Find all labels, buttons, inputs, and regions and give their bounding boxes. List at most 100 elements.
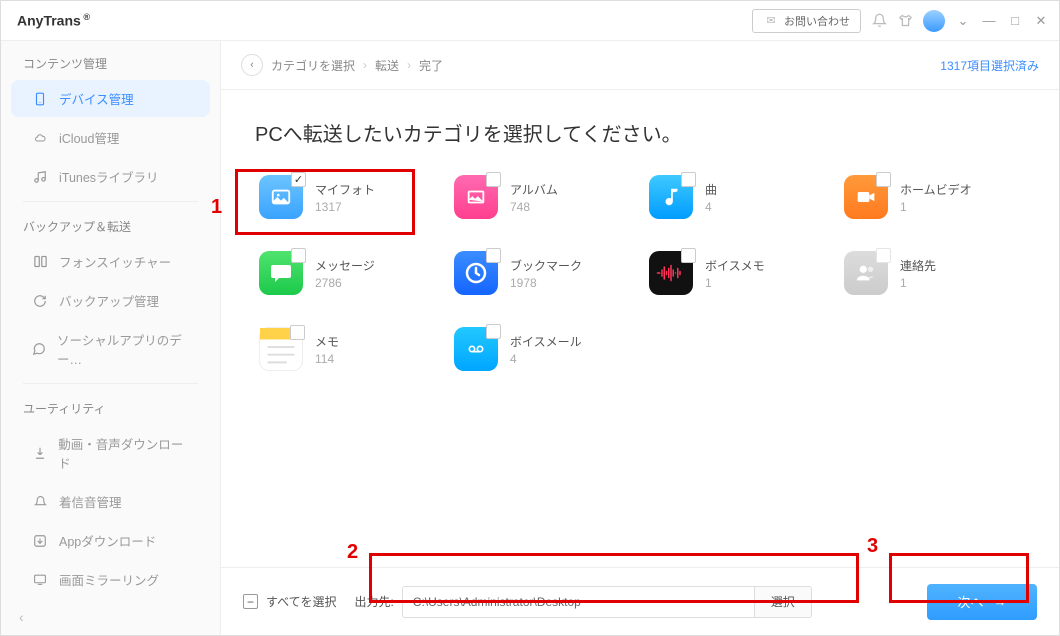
category-song[interactable]: 曲4 <box>645 171 830 223</box>
category-message[interactable]: メッセージ2786 <box>255 247 440 299</box>
next-button[interactable]: 次へ → <box>927 584 1037 620</box>
category-name: 曲 <box>705 181 717 198</box>
sidebar-item-mirror[interactable]: 画面ミラーリング <box>11 561 210 598</box>
checkbox-icon[interactable] <box>486 172 501 187</box>
shirt-icon[interactable] <box>897 13 913 29</box>
app-brand: AnyTrans ® <box>11 12 90 29</box>
checkbox-icon[interactable] <box>486 324 501 339</box>
category-contact[interactable]: 連絡先 1 <box>840 247 1025 299</box>
sidebar-section-backup: バックアップ＆転送 <box>1 208 220 241</box>
category-name: メモ <box>315 333 339 350</box>
back-button[interactable]: ‹ <box>241 54 263 76</box>
output-path-field: 選択 <box>402 586 812 618</box>
voice-memo-icon <box>649 251 693 295</box>
sidebar-item-ringtone[interactable]: 着信音管理 <box>11 483 210 520</box>
category-grid: ✓ マイフォト1317 アルバム748 曲4 <box>255 171 1025 375</box>
category-name: アルバム <box>510 181 558 198</box>
checkbox-icon[interactable] <box>291 248 306 263</box>
category-count: 1 <box>705 276 765 290</box>
contact-label: お問い合わせ <box>784 13 850 29</box>
category-count: 1 <box>900 200 972 214</box>
selection-count: 1317項目選択済み <box>940 57 1039 74</box>
sidebar-item-device[interactable]: デバイス管理 <box>11 80 210 117</box>
contact-button[interactable]: ✉ お問い合わせ <box>752 9 861 33</box>
category-name: 連絡先 <box>900 257 936 274</box>
output-label: 出力先: <box>354 593 393 610</box>
category-count: 2786 <box>315 276 375 290</box>
category-count: 114 <box>315 352 339 366</box>
footer: − すべてを選択 出力先: 選択 次へ → <box>221 567 1059 635</box>
category-count: 748 <box>510 200 558 214</box>
bookmark-icon <box>454 251 498 295</box>
avatar[interactable] <box>923 10 945 32</box>
sidebar-item-download[interactable]: 動画・音声ダウンロード <box>11 425 210 481</box>
maximize-button[interactable]: □ <box>1007 13 1023 29</box>
category-bookmark[interactable]: ブックマーク 1978 <box>450 247 635 299</box>
sidebar-item-label: 着信音管理 <box>59 492 122 511</box>
mirror-icon <box>31 572 49 588</box>
close-button[interactable]: ✕ <box>1033 13 1049 29</box>
checkbox-icon[interactable] <box>876 172 891 187</box>
category-voicememo[interactable]: ボイスメモ 1 <box>645 247 830 299</box>
checkbox-icon[interactable] <box>681 172 696 187</box>
checkbox-icon[interactable] <box>290 325 305 340</box>
voicemail-icon <box>454 327 498 371</box>
sidebar: コンテンツ管理 デバイス管理 iCloud管理 iTunesライブラリ バックア… <box>1 41 221 635</box>
sidebar-section-content: コンテンツ管理 <box>1 45 220 78</box>
sidebar-item-app[interactable]: Appダウンロード <box>11 522 210 559</box>
category-count: 1 <box>900 276 936 290</box>
category-name: ブックマーク <box>510 257 582 274</box>
browse-button[interactable]: 選択 <box>754 587 811 617</box>
category-video[interactable]: ホームビデオ1 <box>840 171 1025 223</box>
breadcrumb-step: 転送 <box>375 57 399 74</box>
category-count: 1978 <box>510 276 582 290</box>
topbar: ‹ カテゴリを選択 › 転送 › 完了 1317項目選択済み <box>221 41 1059 89</box>
sidebar-item-label: iTunesライブラリ <box>59 167 159 186</box>
sidebar-item-label: ソーシャルアプリのデー… <box>57 330 190 368</box>
photo-icon: ✓ <box>259 175 303 219</box>
checkbox-checked-icon[interactable]: ✓ <box>291 172 306 187</box>
video-icon <box>844 175 888 219</box>
breadcrumb-step: 完了 <box>419 57 443 74</box>
checkbox-icon[interactable] <box>681 248 696 263</box>
sidebar-item-backup[interactable]: バックアップ管理 <box>11 282 210 319</box>
phone-icon <box>31 91 49 107</box>
minimize-button[interactable]: — <box>981 13 997 29</box>
chevron-right-icon: › <box>407 58 411 72</box>
checkbox-icon[interactable] <box>486 248 501 263</box>
sidebar-item-label: 画面ミラーリング <box>59 570 159 589</box>
next-label: 次へ <box>957 592 983 611</box>
mail-icon: ✉ <box>763 13 779 29</box>
sidebar-item-social[interactable]: ソーシャルアプリのデー… <box>11 321 210 377</box>
dropdown-icon[interactable]: ⌄ <box>955 13 971 29</box>
select-all-checkbox[interactable]: − すべてを選択 <box>243 593 336 610</box>
sidebar-item-itunes[interactable]: iTunesライブラリ <box>11 158 210 195</box>
switch-icon <box>31 254 49 270</box>
output-path-input[interactable] <box>403 595 754 609</box>
checkbox-indeterminate-icon: − <box>243 594 258 609</box>
sidebar-item-label: バックアップ管理 <box>59 291 159 310</box>
music-icon <box>31 169 49 185</box>
checkbox-icon[interactable] <box>876 248 891 263</box>
download-icon <box>31 445 48 461</box>
sidebar-item-label: Appダウンロード <box>59 531 156 550</box>
category-name: ボイスメモ <box>705 257 765 274</box>
category-name: マイフォト <box>315 181 375 198</box>
contact-icon <box>844 251 888 295</box>
sidebar-item-switcher[interactable]: フォンスイッチャー <box>11 243 210 280</box>
sidebar-item-icloud[interactable]: iCloud管理 <box>11 119 210 156</box>
sidebar-item-label: デバイス管理 <box>59 89 134 108</box>
divider <box>23 383 198 384</box>
chat-icon <box>31 341 47 357</box>
category-album[interactable]: アルバム 748 <box>450 171 635 223</box>
bell-icon[interactable] <box>871 13 887 29</box>
category-name: ボイスメール <box>510 333 582 350</box>
category-voicemail[interactable]: ボイスメール 4 <box>450 323 635 375</box>
breadcrumb: カテゴリを選択 › 転送 › 完了 <box>271 57 443 74</box>
category-myphoto[interactable]: ✓ マイフォト1317 <box>255 171 440 223</box>
collapse-sidebar-button[interactable]: ‹ <box>19 609 24 625</box>
category-count: 4 <box>510 352 582 366</box>
arrow-right-icon: → <box>994 594 1007 609</box>
category-note[interactable]: メモ 114 <box>255 323 440 375</box>
bell-outline-icon <box>31 494 49 510</box>
